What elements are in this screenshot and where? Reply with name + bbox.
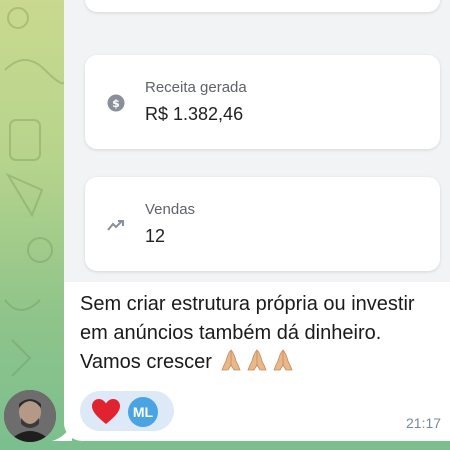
message-timestamp: 21:17 <box>406 415 442 431</box>
reactions-bar[interactable]: ML <box>80 391 174 431</box>
person-photo-icon <box>4 390 56 442</box>
shared-screenshot[interactable]: $ Receita gerada R$ 1.382,46 Vendas 12 <box>64 0 450 282</box>
svg-text:$: $ <box>112 97 120 110</box>
revenue-card: $ Receita gerada R$ 1.382,46 <box>85 55 440 149</box>
folded-hands-icon <box>221 349 242 371</box>
bubble-tail <box>52 423 72 441</box>
red-heart-icon[interactable] <box>92 399 120 425</box>
chat-wallpaper-doodles <box>4 7 64 377</box>
folded-hands-icon <box>273 349 294 371</box>
sales-card: Vendas 12 <box>85 177 440 271</box>
sender-avatar[interactable] <box>4 390 56 442</box>
message-text: Sem criar estrutura própria ou investir … <box>80 290 436 377</box>
stats-card-top <box>85 0 440 12</box>
revenue-label: Receita gerada <box>145 79 247 96</box>
folded-hands-icon <box>247 349 268 371</box>
dollar-circle-icon: $ <box>107 94 125 112</box>
sales-value: 12 <box>145 226 166 246</box>
revenue-value: R$ 1.382,46 <box>145 104 244 124</box>
reactor-avatar-ml[interactable]: ML <box>128 397 158 427</box>
trending-up-icon <box>107 220 124 231</box>
sales-label: Vendas <box>145 201 196 218</box>
folded-hands-emojis <box>217 349 295 373</box>
